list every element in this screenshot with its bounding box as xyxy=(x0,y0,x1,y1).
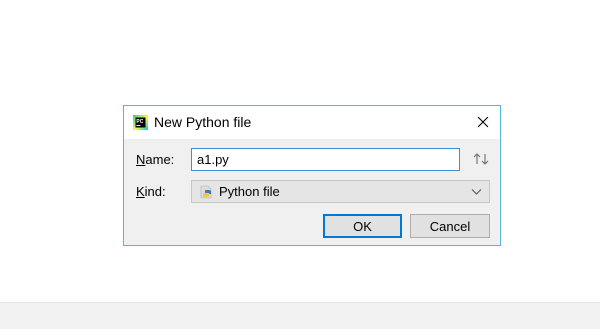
background-status-strip xyxy=(0,302,600,329)
name-input[interactable] xyxy=(192,149,459,170)
ok-button[interactable]: OK xyxy=(323,214,402,238)
dialog-title: New Python file xyxy=(154,114,252,130)
kind-label-mnemonic: K xyxy=(136,184,145,199)
kind-label: Kind: xyxy=(136,184,166,199)
pycharm-icon: PC xyxy=(133,115,148,130)
close-button[interactable] xyxy=(470,110,496,134)
name-label: Name: xyxy=(136,152,174,167)
name-label-mnemonic: N xyxy=(136,152,146,167)
page: PC New Python file Name: Kind: xyxy=(0,0,600,329)
kind-value: Python file xyxy=(219,184,280,199)
python-file-icon xyxy=(200,185,212,199)
new-python-file-dialog: PC New Python file Name: Kind: xyxy=(123,105,501,246)
svg-text:PC: PC xyxy=(136,119,143,125)
close-icon xyxy=(477,116,489,128)
cancel-button[interactable]: Cancel xyxy=(410,214,490,238)
name-label-text: ame: xyxy=(145,152,175,167)
dialog-titlebar: PC New Python file xyxy=(124,106,500,139)
kind-label-text: ind: xyxy=(144,184,166,199)
kind-dropdown[interactable]: Python file xyxy=(191,180,490,203)
chevron-down-icon xyxy=(471,189,482,195)
sort-arrows-icon[interactable] xyxy=(471,151,491,167)
name-field[interactable] xyxy=(191,148,460,171)
